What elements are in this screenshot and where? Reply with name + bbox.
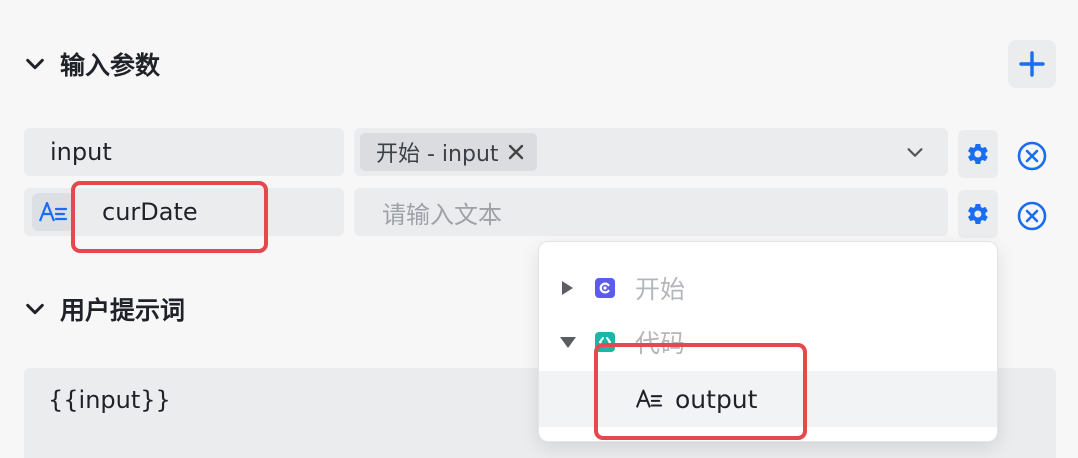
variable-picker-popover: 开始 代码 output: [538, 241, 998, 442]
code-node-icon: [595, 332, 615, 352]
page: 输入参数 input 开始 - input curDate 请输入文本 用户提示…: [0, 0, 1078, 458]
text-type-chip[interactable]: [32, 193, 74, 231]
user-prompt-text: {{input}}: [48, 386, 171, 414]
add-param-button[interactable]: [1008, 40, 1056, 88]
variable-option-output[interactable]: output: [539, 371, 997, 427]
caret-down-icon[interactable]: [559, 334, 577, 350]
remove-circle-icon: [1017, 141, 1047, 171]
start-node-icon: [595, 278, 615, 298]
variable-option-label: output: [675, 384, 758, 414]
param-settings-button[interactable]: [958, 190, 998, 238]
tree-node-label: 开始: [635, 275, 686, 304]
input-params-title: 输入参数: [60, 51, 161, 80]
variable-reference-label: 开始 - input: [376, 142, 499, 167]
text-type-icon: [635, 389, 663, 408]
chevron-down-icon[interactable]: [904, 141, 926, 163]
param-settings-button[interactable]: [958, 130, 998, 178]
chevron-down-icon: [26, 303, 44, 315]
param-value-placeholder: 请输入文本: [382, 200, 502, 229]
param-name-text: curDate: [102, 198, 198, 226]
chevron-down-icon: [26, 58, 44, 70]
input-params-header[interactable]: 输入参数: [24, 46, 160, 82]
remove-param-button[interactable]: [1016, 140, 1048, 172]
variable-reference-tag: 开始 - input: [360, 133, 537, 171]
tree-node-code[interactable]: 代码: [539, 316, 997, 368]
text-type-icon: [38, 201, 68, 222]
plus-icon: [1019, 51, 1045, 77]
tree-node-label: 代码: [635, 329, 686, 358]
remove-circle-icon: [1017, 201, 1047, 231]
close-icon[interactable]: [507, 143, 525, 161]
user-prompt-title: 用户提示词: [60, 296, 186, 325]
param-value-input[interactable]: 请输入文本: [354, 188, 948, 236]
remove-param-button[interactable]: [1016, 200, 1048, 232]
caret-right-icon[interactable]: [559, 279, 575, 297]
user-prompt-header[interactable]: 用户提示词: [24, 291, 185, 327]
param-value-select[interactable]: 开始 - input: [354, 128, 948, 176]
tree-node-start[interactable]: 开始: [539, 262, 997, 314]
param-name-text: input: [50, 138, 112, 166]
gear-icon: [968, 203, 988, 225]
param-name-input[interactable]: input: [24, 128, 344, 176]
gear-icon: [968, 143, 988, 165]
